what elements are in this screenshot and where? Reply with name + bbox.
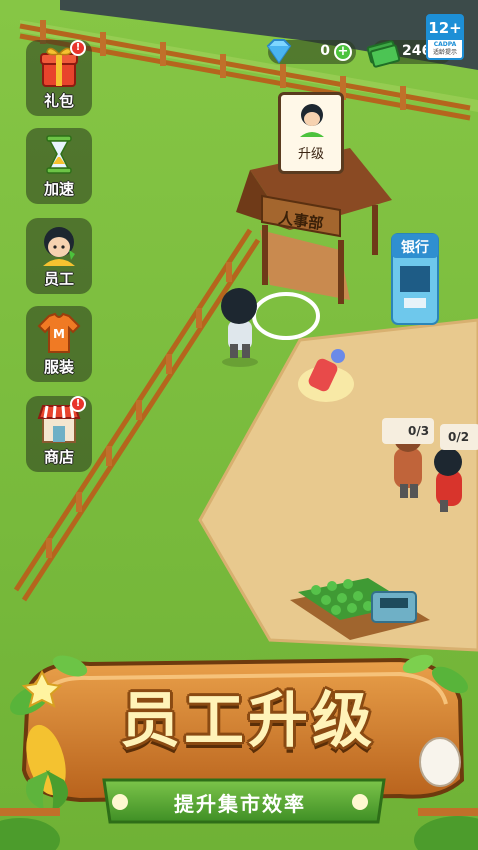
flower-icon [352,794,368,810]
upgrade-label: 升级 [297,147,324,162]
cash-icon [366,40,400,68]
banner-title: 员工升级 [120,686,376,756]
flower-icon [112,794,128,810]
sidebar-item-clothing[interactable]: M 服装 [26,306,92,382]
staff-avatar-icon [300,104,324,137]
sidebar-item-shop[interactable]: ! 商店 [26,396,92,472]
gem-counter: 0 + [266,39,356,64]
bank-atm[interactable]: 银行 [391,233,439,325]
banner-subtitle: 提升集市效率 [174,792,306,816]
counter-customer-1: 0/3 [382,418,434,444]
shirt-icon: M [37,312,81,353]
sidebar-item-label: 商店 [43,448,74,466]
sidebar-item-label: 礼包 [43,92,74,110]
hourglass-icon [46,135,72,174]
notification-badge: ! [70,396,86,412]
diamond-icon [266,39,292,64]
sidebar-item-gift[interactable]: ! 礼包 [26,40,92,116]
age-rating-badge: 12+ CADPA 适龄提示 [426,14,464,60]
age-tip: 适龄提示 [432,49,457,56]
age-org: CADPA [433,41,457,48]
counter-customer-2: 0/2 [440,424,478,450]
sidebar-item-speedup[interactable]: 加速 [26,128,92,204]
svg-text:M: M [53,327,65,341]
notification-badge: ! [70,40,86,56]
staff-avatar-icon [43,227,75,266]
sidebar-item-label: 员工 [43,270,74,288]
sidebar-item-staff[interactable]: 员工 [26,218,92,294]
sidebar-item-label: 加速 [43,180,74,198]
sidebar-item-label: 服装 [43,358,74,376]
bank-sign: 银行 [401,239,429,256]
add-gems-button[interactable]: + [334,43,352,61]
egg-icon [419,737,461,787]
upgrade-popup[interactable]: 升级 [278,92,344,174]
gem-count: 0 [320,43,330,59]
counter-value: 0/3 [408,424,430,438]
counter-value: 0/2 [448,430,470,444]
age-rating: 12+ [428,16,462,40]
